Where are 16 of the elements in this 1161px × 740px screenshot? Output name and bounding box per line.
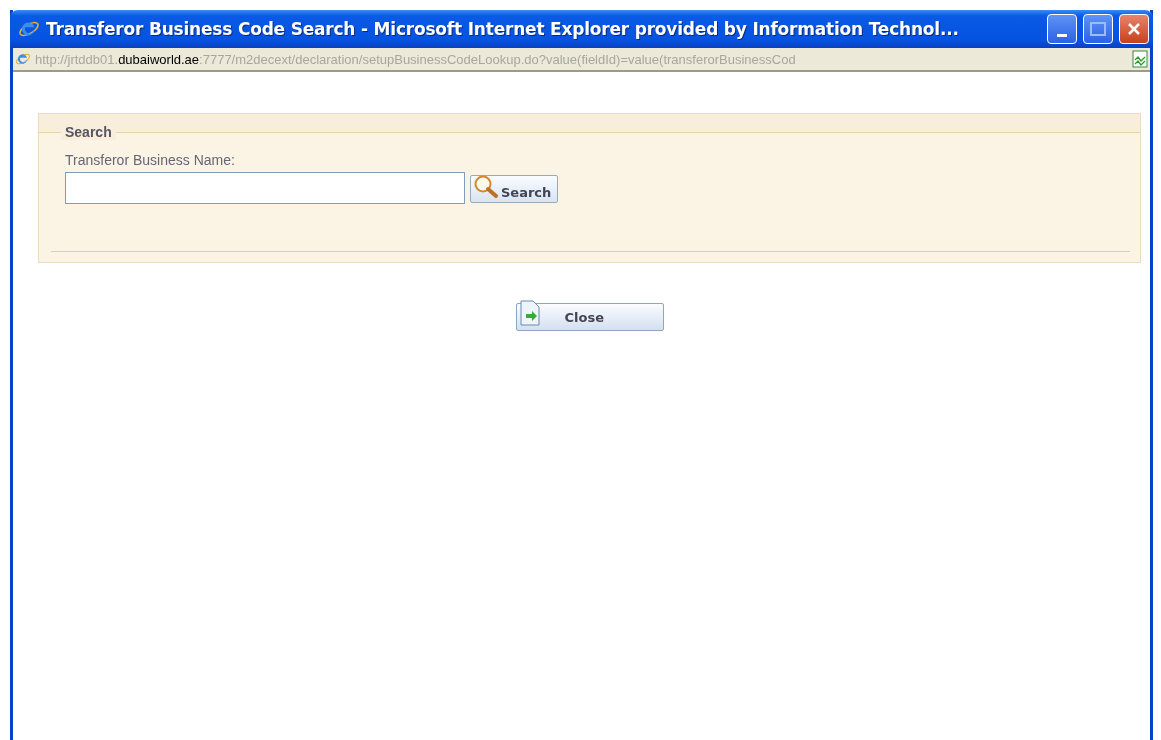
search-button[interactable]: Search <box>470 175 559 203</box>
panel-legend: Search <box>61 124 116 140</box>
maximize-button[interactable] <box>1083 14 1113 44</box>
document-arrow-icon <box>518 300 541 326</box>
minimize-icon <box>1057 33 1067 37</box>
minimize-button[interactable] <box>1047 14 1077 44</box>
search-icon <box>473 174 499 200</box>
close-window-button[interactable] <box>1119 14 1149 44</box>
close-icon <box>1127 22 1141 36</box>
maximize-icon <box>1090 22 1106 36</box>
business-name-field[interactable] <box>65 172 465 204</box>
close-button[interactable]: Close <box>515 303 664 331</box>
chart-page-icon[interactable] <box>1132 50 1148 68</box>
window-title: Transferor Business Code Search - Microsoft Internet Explorer provided by Information Technol... <box>46 19 960 39</box>
field-label: Transferor Business Name: <box>65 152 236 168</box>
page-icon <box>15 51 31 67</box>
